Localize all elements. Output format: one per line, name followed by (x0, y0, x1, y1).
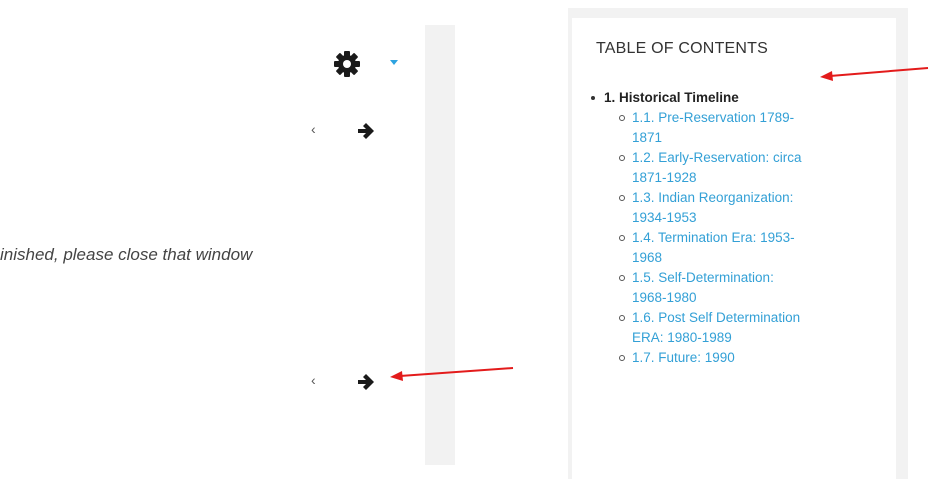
toc-link-line: 1.2. Early-Reservation: circa (632, 150, 802, 165)
toc-link-line: 1.3. Indian Reorganization: (632, 190, 794, 205)
circle-bullet-icon (619, 155, 625, 161)
toc-link-line: 1.6. Post Self Determination (632, 310, 801, 325)
circle-bullet-icon (619, 355, 625, 361)
toc-link-indian-reorganization[interactable]: 1.3. Indian Reorganization: 1934-1953 (632, 188, 872, 228)
arrow-right-icon[interactable] (356, 373, 376, 391)
circle-bullet-icon (619, 195, 625, 201)
toc-link-termination-era[interactable]: 1.4. Termination Era: 1953- 1968 (632, 228, 872, 268)
toc-item: 1.3. Indian Reorganization: 1934-1953 (604, 188, 872, 228)
toc-link-line: 1871 (632, 130, 663, 145)
toc-link-line: 1.7. Future: 1990 (632, 350, 735, 365)
annotation-arrow-toc (820, 67, 929, 81)
toc-link-pre-reservation[interactable]: 1.1. Pre-Reservation 1789- 1871 (632, 108, 872, 148)
toc-item: 1.4. Termination Era: 1953- 1968 (604, 228, 872, 268)
circle-bullet-icon (619, 275, 625, 281)
toc-section: 1. Historical Timeline 1.1. Pre-Reservat… (590, 88, 872, 368)
page: ‹ inished, please close that window ‹ TA… (0, 0, 932, 479)
toc-item: 1.1. Pre-Reservation 1789- 1871 (604, 108, 872, 148)
column-divider (425, 25, 455, 465)
toc-link-early-reservation[interactable]: 1.2. Early-Reservation: circa 1871-1928 (632, 148, 872, 188)
toc-link-line: 1871-1928 (632, 170, 697, 185)
toc-link-line: 1968 (632, 250, 663, 265)
toc-title: TABLE OF CONTENTS (596, 40, 769, 57)
toc-sublist: 1.1. Pre-Reservation 1789- 1871 1.2. Ear… (604, 108, 872, 368)
toc-item: 1.5. Self-Determination: 1968-1980 (604, 268, 872, 308)
annotation-arrow-next (390, 367, 514, 381)
circle-bullet-icon (619, 115, 625, 121)
toc-section-label: 1. Historical Timeline (604, 90, 739, 105)
circle-bullet-icon (619, 235, 625, 241)
toc-item: 1.7. Future: 1990 (604, 348, 872, 368)
finished-message: inished, please close that window (0, 245, 253, 264)
prev-button-top[interactable]: ‹ (311, 121, 316, 137)
toc-link-line: ERA: 1980-1989 (632, 330, 732, 345)
toc-item: 1.6. Post Self Determination ERA: 1980-1… (604, 308, 872, 348)
toc-link-future[interactable]: 1.7. Future: 1990 (632, 348, 872, 368)
toc-link-self-determination[interactable]: 1.5. Self-Determination: 1968-1980 (632, 268, 872, 308)
circle-bullet-icon (619, 315, 625, 321)
toc-link-line: 1.1. Pre-Reservation 1789- (632, 110, 795, 125)
toc-link-line: 1.5. Self-Determination: (632, 270, 774, 285)
toc-link-line: 1934-1953 (632, 210, 697, 225)
caret-down-icon[interactable] (390, 60, 398, 65)
prev-button-bottom[interactable]: ‹ (311, 372, 316, 388)
toc-list: 1. Historical Timeline 1.1. Pre-Reservat… (590, 88, 872, 368)
arrow-right-icon[interactable] (356, 122, 376, 140)
gear-icon[interactable] (333, 50, 361, 78)
toc-item: 1.2. Early-Reservation: circa 1871-1928 (604, 148, 872, 188)
toc-link-line: 1968-1980 (632, 290, 697, 305)
toc-link-line: 1.4. Termination Era: 1953- (632, 230, 795, 245)
toc-link-post-self-determination[interactable]: 1.6. Post Self Determination ERA: 1980-1… (632, 308, 872, 348)
